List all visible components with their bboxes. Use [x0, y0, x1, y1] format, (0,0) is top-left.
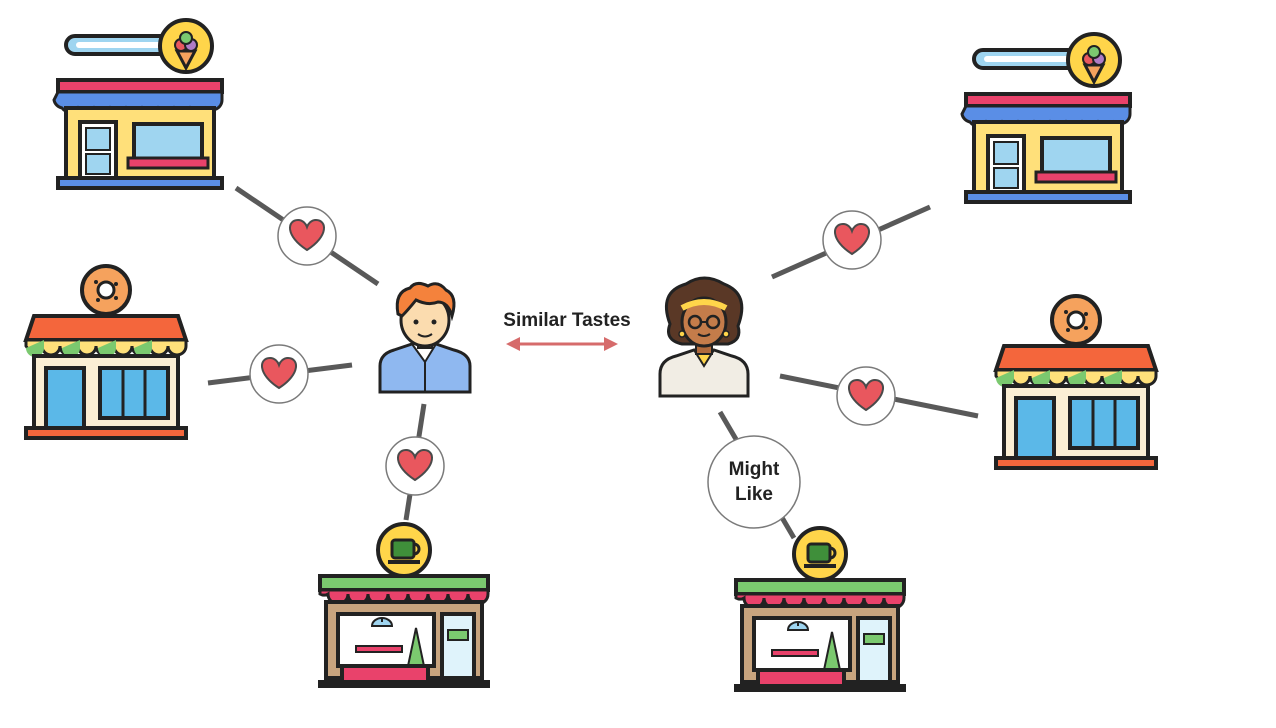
might-like-line2: Like: [735, 484, 773, 505]
donut-shop-icon-left: [24, 264, 188, 440]
heart-icon-boy-icecream: [277, 206, 337, 266]
similar-tastes-label: Similar Tastes: [503, 310, 630, 331]
donut-shop-icon-right: [994, 294, 1158, 470]
ice-cream-shop-icon-left: [52, 18, 224, 190]
double-arrow-icon: [506, 337, 618, 351]
ice-cream-shop-icon-right: [960, 32, 1132, 204]
heart-icon-boy-cafe: [385, 436, 445, 496]
coffee-shop-icon-left: [316, 522, 492, 690]
coffee-shop-icon-right: [732, 526, 908, 694]
boy-avatar-icon: [378, 281, 472, 394]
heart-icon-boy-donut: [249, 344, 309, 404]
heart-icon-woman-donut: [836, 366, 896, 426]
recommendation-diagram: Might Like Similar Tastes: [24, 18, 1158, 694]
woman-avatar-icon: [658, 276, 750, 398]
might-like-node: Might Like: [707, 435, 801, 529]
might-like-line1: Might: [729, 459, 780, 480]
heart-icon-woman-icecream: [822, 210, 882, 270]
